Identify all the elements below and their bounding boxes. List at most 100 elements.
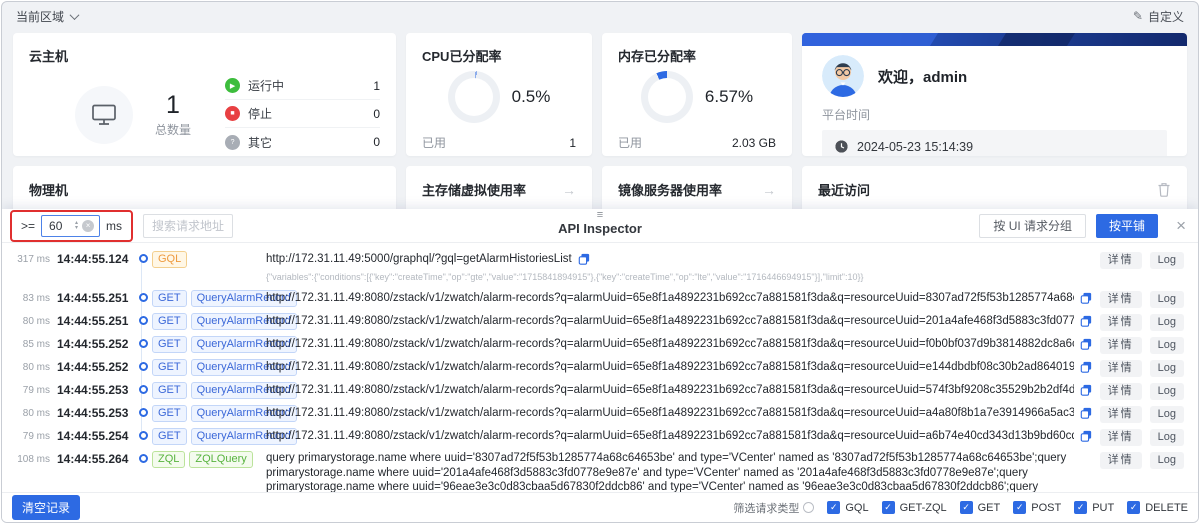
clear-records-button[interactable]: 清空记录 bbox=[12, 495, 80, 520]
chevron-down-icon bbox=[70, 10, 80, 20]
pencil-icon: ✎ bbox=[1133, 9, 1143, 23]
request-tags: ZQLZQLQuery bbox=[152, 451, 266, 468]
timeline-node-icon bbox=[139, 362, 148, 371]
request-tag: GQL bbox=[152, 251, 187, 268]
close-icon[interactable]: × bbox=[1176, 217, 1186, 234]
request-type-label: GQL bbox=[845, 502, 868, 514]
request-row: 80 ms 14:44:55.251 GETQueryAlarmRecord h… bbox=[2, 310, 1198, 333]
request-row: 80 ms 14:44:55.252 GETQueryAlarmRecord h… bbox=[2, 356, 1198, 379]
log-button[interactable]: Log bbox=[1150, 429, 1184, 446]
arrow-right-icon[interactable]: → bbox=[562, 183, 576, 197]
request-row: 85 ms 14:44:55.252 GETQueryAlarmRecord h… bbox=[2, 333, 1198, 356]
log-button[interactable]: Log bbox=[1150, 406, 1184, 423]
inspector-title: API Inspector bbox=[558, 220, 642, 237]
request-tag: GET bbox=[152, 290, 187, 307]
status-icon: ? bbox=[225, 135, 240, 150]
log-button[interactable]: Log bbox=[1150, 337, 1184, 354]
detail-button[interactable]: 详情 bbox=[1100, 406, 1142, 423]
request-type-checkbox[interactable]: GET bbox=[960, 501, 1001, 514]
customize-button[interactable]: ✎ 自定义 bbox=[1133, 8, 1184, 25]
cpu-donut-chart bbox=[448, 71, 500, 123]
request-duration: 80 ms bbox=[2, 313, 50, 327]
status-label: 停止 bbox=[248, 105, 272, 122]
log-button[interactable]: Log bbox=[1150, 452, 1184, 469]
status-count: 1 bbox=[373, 79, 380, 93]
copy-icon[interactable] bbox=[1080, 315, 1092, 327]
detail-button[interactable]: 详情 bbox=[1100, 452, 1142, 469]
request-type-checkbox[interactable]: POST bbox=[1013, 501, 1061, 514]
checkbox-checked-icon[interactable] bbox=[1127, 501, 1140, 514]
request-url: http://172.31.11.49:8080/zstack/v1/zwatc… bbox=[266, 313, 1074, 329]
log-button[interactable]: Log bbox=[1150, 291, 1184, 308]
copy-icon[interactable] bbox=[1080, 430, 1092, 442]
checkbox-checked-icon[interactable] bbox=[882, 501, 895, 514]
timeline-node-icon bbox=[139, 293, 148, 302]
duration-filter-input[interactable] bbox=[49, 219, 71, 233]
duration-filter-input-box: ▴▾ × bbox=[41, 215, 100, 237]
search-input[interactable] bbox=[143, 214, 233, 238]
copy-icon[interactable] bbox=[1080, 407, 1092, 419]
log-button[interactable]: Log bbox=[1150, 252, 1184, 269]
memory-total-label: 总量 bbox=[618, 155, 642, 156]
memory-donut-chart bbox=[641, 71, 693, 123]
request-time: 14:44:55.252 bbox=[50, 336, 134, 352]
flat-view-button[interactable]: 按平铺 bbox=[1096, 214, 1158, 238]
copy-icon[interactable] bbox=[1080, 361, 1092, 373]
copy-icon[interactable] bbox=[1080, 384, 1092, 396]
memory-used-label: 已用 bbox=[618, 134, 642, 151]
request-time: 14:44:55.124 bbox=[50, 251, 134, 267]
arrow-right-icon[interactable]: → bbox=[762, 183, 776, 197]
stepper-icons[interactable]: ▴▾ bbox=[75, 221, 78, 231]
detail-button[interactable]: 详情 bbox=[1100, 314, 1142, 331]
request-type-checkbox[interactable]: DELETE bbox=[1127, 501, 1188, 514]
checkbox-checked-icon[interactable] bbox=[827, 501, 840, 514]
timeline-node-icon bbox=[139, 339, 148, 348]
request-type-checkbox[interactable]: PUT bbox=[1074, 501, 1114, 514]
platform-time-value: 2024-05-23 15:14:39 bbox=[857, 140, 973, 154]
detail-button[interactable]: 详情 bbox=[1100, 337, 1142, 354]
cloud-host-title: 云主机 bbox=[13, 33, 396, 65]
cpu-used-value: 1 bbox=[569, 136, 576, 150]
summary-card-title: 主存储虚拟使用率 bbox=[422, 180, 526, 199]
request-type-label: DELETE bbox=[1145, 502, 1188, 514]
checkbox-checked-icon[interactable] bbox=[960, 501, 973, 514]
checkbox-checked-icon[interactable] bbox=[1074, 501, 1087, 514]
request-tags: GETQueryAlarmRecord bbox=[152, 359, 266, 376]
status-label: 运行中 bbox=[248, 77, 284, 94]
request-row: 79 ms 14:44:55.253 GETQueryAlarmRecord h… bbox=[2, 379, 1198, 402]
detail-button[interactable]: 详情 bbox=[1100, 252, 1142, 269]
request-row: 79 ms 14:44:55.254 GETQueryAlarmRecord h… bbox=[2, 425, 1198, 448]
log-button[interactable]: Log bbox=[1150, 383, 1184, 400]
request-url: http://172.31.11.49:5000/graphql/?gql=ge… bbox=[266, 251, 572, 267]
request-url: http://172.31.11.49:8080/zstack/v1/zwatc… bbox=[266, 382, 1074, 398]
duration-filter-operator: >= bbox=[21, 219, 35, 233]
trash-icon[interactable] bbox=[1157, 182, 1171, 197]
request-time: 14:44:55.254 bbox=[50, 428, 134, 444]
request-tags: GETQueryAlarmRecord bbox=[152, 382, 266, 399]
cloud-host-total: 1 bbox=[155, 92, 191, 119]
detail-button[interactable]: 详情 bbox=[1100, 360, 1142, 377]
region-selector[interactable]: 当前区域 bbox=[16, 8, 78, 25]
detail-button[interactable]: 详情 bbox=[1100, 429, 1142, 446]
copy-icon[interactable] bbox=[1080, 338, 1092, 350]
checkbox-checked-icon[interactable] bbox=[1013, 501, 1026, 514]
detail-button[interactable]: 详情 bbox=[1100, 383, 1142, 400]
request-type-checkbox[interactable]: GQL bbox=[827, 501, 868, 514]
request-type-checkbox[interactable]: GET-ZQL bbox=[882, 501, 947, 514]
copy-icon[interactable] bbox=[578, 253, 590, 265]
log-button[interactable]: Log bbox=[1150, 314, 1184, 331]
timeline-node-icon bbox=[139, 254, 148, 263]
filter-types-label: 筛选请求类型 bbox=[733, 500, 799, 516]
region-label: 当前区域 bbox=[16, 8, 64, 25]
drag-handle-icon[interactable]: ≡ bbox=[558, 211, 642, 220]
detail-button[interactable]: 详情 bbox=[1100, 291, 1142, 308]
request-tag: ZQLQuery bbox=[189, 451, 252, 468]
log-button[interactable]: Log bbox=[1150, 360, 1184, 377]
welcome-greeting: 欢迎，admin bbox=[878, 66, 967, 87]
status-row: ▶ 运行中 1 bbox=[225, 72, 380, 100]
group-by-ui-button[interactable]: 按 UI 请求分组 bbox=[979, 214, 1086, 238]
request-url: http://172.31.11.49:8080/zstack/v1/zwatc… bbox=[266, 428, 1074, 444]
copy-icon[interactable] bbox=[1080, 292, 1092, 304]
request-tags: GETQueryAlarmRecord bbox=[152, 405, 266, 422]
clear-value-icon[interactable]: × bbox=[82, 220, 94, 232]
